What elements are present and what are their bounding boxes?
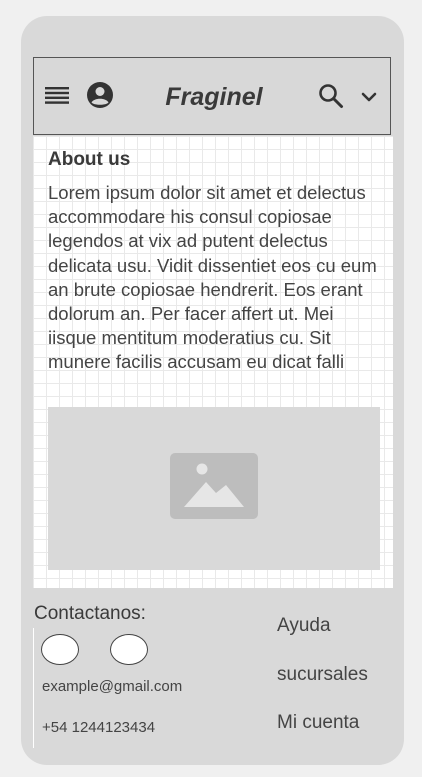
divider bbox=[33, 628, 34, 748]
image-placeholder bbox=[48, 407, 380, 570]
brand-title[interactable]: Fraginel bbox=[154, 82, 274, 112]
contact-email: example@gmail.com bbox=[42, 678, 183, 695]
social-button-1[interactable] bbox=[41, 634, 79, 665]
image-icon bbox=[170, 453, 258, 524]
app-header: Fraginel bbox=[33, 57, 391, 135]
account-circle-icon[interactable] bbox=[86, 81, 114, 109]
about-title: About us bbox=[48, 149, 131, 170]
menu-icon[interactable] bbox=[44, 85, 70, 107]
main-content: About us Lorem ipsum dolor sit amet et d… bbox=[33, 136, 393, 588]
contact-phone: +54 1244123434 bbox=[42, 719, 156, 736]
social-button-2[interactable] bbox=[110, 634, 148, 665]
footer-link-sucursales[interactable]: sucursales bbox=[277, 664, 368, 686]
footer-link-ayuda[interactable]: Ayuda bbox=[277, 615, 331, 637]
footer-link-mi-cuenta[interactable]: Mi cuenta bbox=[277, 712, 359, 734]
footer: Contactanos: example@gmail.com +54 12441… bbox=[33, 588, 393, 765]
about-body: Lorem ipsum dolor sit amet et delectus a… bbox=[48, 182, 377, 373]
phone-frame: Fraginel About us Lorem ipsum dolor sit … bbox=[21, 16, 404, 765]
contact-title: Contactanos: bbox=[34, 603, 146, 624]
search-icon[interactable] bbox=[318, 83, 344, 109]
chevron-down-icon[interactable] bbox=[359, 87, 379, 107]
